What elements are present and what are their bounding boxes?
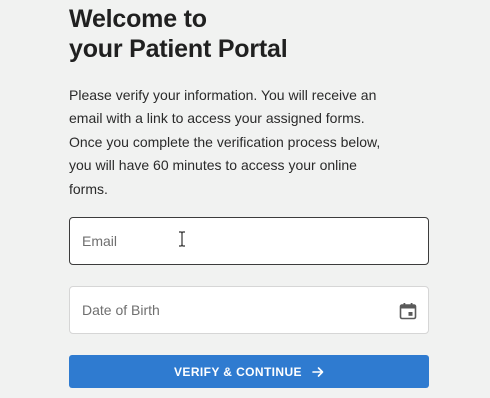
email-field[interactable]: Email bbox=[69, 217, 429, 265]
instructions-line: forms. bbox=[69, 180, 108, 197]
email-placeholder: Email bbox=[82, 233, 118, 249]
text-cursor-icon bbox=[179, 231, 185, 247]
calendar-icon[interactable] bbox=[399, 302, 417, 320]
instructions-line: Once you complete the verification proce… bbox=[69, 133, 381, 150]
verify-continue-label: VERIFY & CONTINUE bbox=[174, 364, 302, 379]
verification-instructions: Please verify your information. You will… bbox=[69, 84, 419, 201]
patient-portal-panel: Welcome to your Patient Portal Please ve… bbox=[69, 0, 429, 388]
instructions-line: you will have 60 minutes to access your … bbox=[69, 157, 357, 174]
page-title: Welcome to your Patient Portal bbox=[69, 0, 429, 64]
instructions-line: Please verify your information. You will… bbox=[69, 87, 377, 103]
page-title-line-1: Welcome to bbox=[69, 5, 207, 33]
date-of-birth-field[interactable]: Date of Birth bbox=[69, 286, 429, 334]
page-title-line-2: your Patient Portal bbox=[69, 35, 288, 63]
instructions-line: email with a link to access your assigne… bbox=[69, 110, 365, 127]
date-of-birth-placeholder: Date of Birth bbox=[82, 302, 160, 318]
arrow-right-icon bbox=[312, 366, 324, 377]
verify-continue-button[interactable]: VERIFY & CONTINUE bbox=[69, 355, 429, 388]
